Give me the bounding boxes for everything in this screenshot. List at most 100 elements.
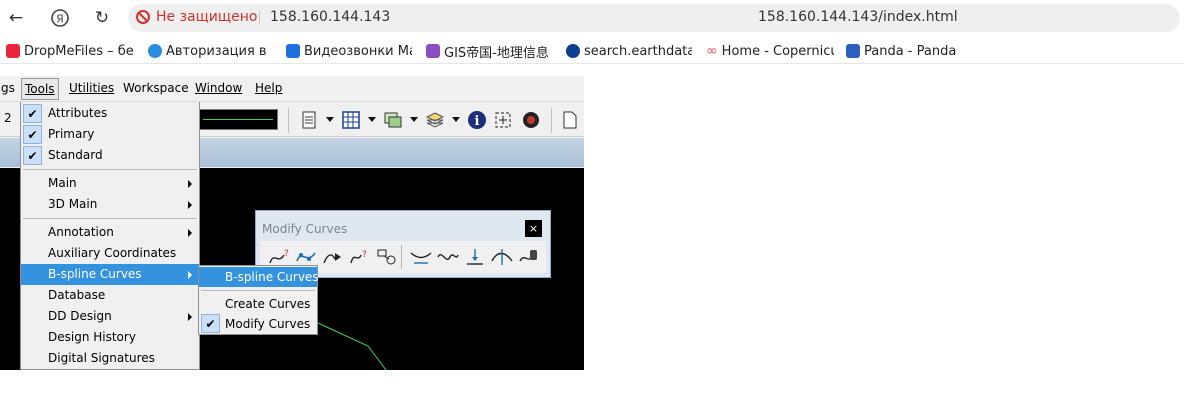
- svg-text:i: i: [475, 114, 480, 129]
- item-label: Main: [48, 176, 77, 190]
- layers-dropdown-icon[interactable]: [452, 117, 460, 122]
- bookmark-copernicus[interactable]: ∞ Home - Copernicus: [706, 42, 834, 60]
- palette-title: Modify Curves: [262, 222, 348, 236]
- tools-item-auxiliary-coordinates[interactable]: Auxiliary Coordinates: [21, 243, 199, 264]
- fence-icon[interactable]: [493, 110, 513, 130]
- menu-utilities-label: Utilities: [69, 81, 115, 95]
- item-label: Database: [48, 288, 106, 302]
- bookmark-label: search.earthdata.n: [584, 43, 692, 59]
- tools-item-bspline-curves[interactable]: B-spline Curves: [21, 264, 199, 285]
- menu-settings[interactable]: gs: [1, 81, 15, 95]
- address-bar[interactable]: Не защищено 158.160.144.143 158.160.144.…: [128, 4, 1180, 32]
- browser-address-row: ← Я ↻ Не защищено 158.160.144.143 158.16…: [0, 0, 1184, 36]
- gis-icon: [426, 44, 440, 58]
- yandex-icon[interactable]: Я: [48, 6, 72, 30]
- menu-window-label: Window: [195, 81, 243, 95]
- table-dropdown-icon[interactable]: [368, 117, 376, 122]
- table-icon[interactable]: [341, 110, 361, 130]
- bookmark-earthdata[interactable]: search.earthdata.n: [566, 42, 692, 60]
- level-dropdown-icon[interactable]: [410, 117, 418, 122]
- menubar: gs Tools Utilities Workspace Window Help: [0, 76, 584, 102]
- modify-curve-points-icon[interactable]: [295, 247, 317, 267]
- bookmark-dropmefiles[interactable]: DropMeFiles – бес: [6, 42, 134, 60]
- new-file-icon[interactable]: [560, 110, 580, 130]
- level-value[interactable]: 2: [4, 111, 12, 125]
- blend-curve-icon[interactable]: [410, 247, 432, 267]
- bookmark-label: DropMeFiles – бес: [24, 43, 134, 59]
- wave-curve-icon[interactable]: [437, 247, 459, 267]
- item-label: Attributes: [48, 106, 108, 120]
- menu-help[interactable]: Help: [255, 81, 282, 95]
- change-curve-icon[interactable]: [376, 247, 398, 267]
- tools-item-primary[interactable]: ✔ Primary: [21, 124, 199, 145]
- svg-text:?: ?: [284, 249, 289, 259]
- curve-element: [317, 322, 387, 370]
- submenu-item-create-curves[interactable]: Create Curves: [199, 294, 317, 314]
- nasa-icon: [566, 44, 580, 58]
- tools-item-design-history[interactable]: Design History: [21, 327, 199, 348]
- submenu-arrow-icon: [188, 229, 192, 237]
- submenu-item-modify-curves[interactable]: ✔ Modify Curves: [199, 314, 317, 334]
- bookmark-panda[interactable]: Panda - Panda: [846, 42, 966, 60]
- tools-item-dd-design[interactable]: DD Design: [21, 306, 199, 327]
- menu-separator: [23, 169, 197, 170]
- palette-close-button[interactable]: ×: [525, 220, 542, 237]
- layers-icon[interactable]: [425, 110, 445, 130]
- checkmark-icon: ✔: [23, 146, 42, 165]
- bookmark-label: Авторизация в К: [166, 43, 272, 59]
- submenu-item-bspline-curves[interactable]: B-spline Curves: [199, 267, 319, 287]
- item-label: Standard: [48, 148, 103, 162]
- item-label: Design History: [48, 330, 136, 344]
- info-icon[interactable]: i: [467, 110, 487, 130]
- submenu-arrow-icon: [188, 201, 192, 209]
- item-label: 3D Main: [48, 197, 98, 211]
- tools-item-3d-main[interactable]: 3D Main: [21, 194, 199, 215]
- tools-menu-dropdown: ✔ Attributes ✔ Primary ✔ Standard Main 3…: [20, 102, 200, 370]
- url-full: 158.160.144.143/index.html: [758, 9, 958, 25]
- tools-item-annotation[interactable]: Annotation: [21, 222, 199, 243]
- tools-item-attributes[interactable]: ✔ Attributes: [21, 103, 199, 124]
- item-label: Annotation: [48, 225, 114, 239]
- menu-tools[interactable]: Tools: [21, 78, 59, 100]
- document-icon[interactable]: [299, 110, 319, 130]
- cad-application: gs Tools Utilities Workspace Window Help…: [0, 76, 584, 370]
- menu-utilities[interactable]: Utilities: [69, 81, 114, 95]
- bookmark-label: Видеозвонки Mail: [304, 43, 412, 59]
- insecure-indicator[interactable]: Не защищено: [136, 9, 257, 25]
- tools-item-main[interactable]: Main: [21, 173, 199, 194]
- back-icon[interactable]: ←: [4, 6, 28, 30]
- item-label: Create Curves: [225, 297, 311, 311]
- tools-item-digital-signatures[interactable]: Digital Signatures: [21, 348, 199, 369]
- menu-workspace[interactable]: Workspace: [123, 81, 189, 95]
- bookmark-video[interactable]: Видеозвонки Mail: [286, 42, 412, 60]
- item-label: Digital Signatures: [48, 351, 155, 365]
- bookmark-gis[interactable]: GIS帝国-地理信息: [426, 42, 552, 60]
- extend-curve-icon[interactable]: [322, 247, 344, 267]
- submenu-arrow-icon: [188, 271, 192, 279]
- palette-separator: [401, 245, 402, 269]
- render-icon[interactable]: [521, 110, 541, 130]
- modify-curve-question-icon[interactable]: ?: [268, 247, 290, 267]
- curve-info-icon[interactable]: ?: [349, 247, 371, 267]
- item-label: B-spline Curves: [225, 270, 319, 284]
- tools-item-standard[interactable]: ✔ Standard: [21, 145, 199, 166]
- level-manager-icon[interactable]: [383, 110, 403, 130]
- bookmark-label: GIS帝国-地理信息: [444, 45, 549, 61]
- insecure-shield-icon: [136, 10, 150, 24]
- submenu-arrow-icon: [188, 180, 192, 188]
- line-style-selector[interactable]: [198, 109, 278, 130]
- reload-icon[interactable]: ↻: [90, 6, 114, 30]
- hand-curve-icon[interactable]: [518, 247, 540, 267]
- bspline-submenu: B-spline Curves Create Curves ✔ Modify C…: [198, 265, 319, 335]
- svg-text:Я: Я: [56, 13, 64, 26]
- bookmarks-bar: DropMeFiles – бес Авторизация в К Видеоз…: [0, 38, 1184, 64]
- url-divider: [259, 11, 260, 25]
- tools-item-database[interactable]: Database: [21, 285, 199, 306]
- menu-window[interactable]: Window: [195, 81, 242, 95]
- intersect-curve-icon[interactable]: [491, 247, 513, 267]
- bookmark-auth[interactable]: Авторизация в К: [148, 42, 272, 60]
- document-dropdown-icon[interactable]: [326, 117, 334, 122]
- project-point-icon[interactable]: [464, 247, 486, 267]
- panda-icon: [846, 44, 860, 58]
- checkmark-icon: ✔: [23, 104, 42, 123]
